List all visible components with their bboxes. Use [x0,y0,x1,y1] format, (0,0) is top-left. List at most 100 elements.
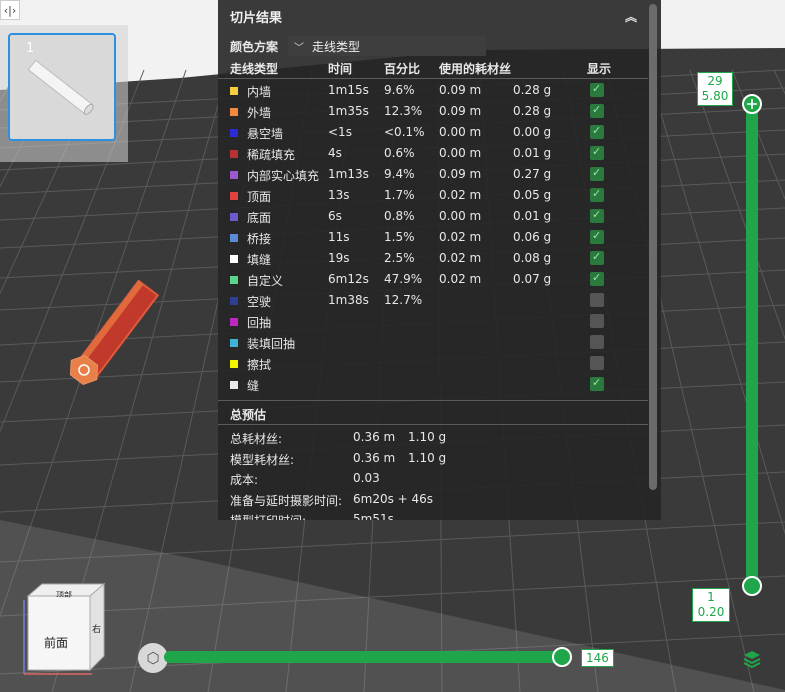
cell-pct: 9.4% [384,167,415,181]
cell-wt: 0.27 g [513,167,552,181]
table-row: 桥接 11s 1.5% 0.02 m 0.06 g [218,227,658,248]
cell-wt: 0.28 g [513,104,552,118]
plate-thumbnail[interactable]: 1 [8,33,116,141]
sidebar-toggle-button[interactable]: ‹|› [0,0,20,20]
display-checkbox[interactable] [590,271,604,286]
collapse-chevron-icon[interactable]: ︽ [625,8,637,25]
summary-v1: 6m20s + 46s [353,491,434,506]
display-checkbox[interactable] [590,187,604,202]
display-checkbox[interactable] [590,166,604,181]
display-checkbox[interactable] [590,376,604,391]
cell-time: 13s [328,188,350,202]
summary-label: 准备与延时摄影时间: [230,493,343,508]
col-feature-type: 走线类型 [230,62,279,76]
cell-time: 1m15s [328,83,369,97]
cell-name: 装填回抽 [247,337,296,351]
bottom-layer-label: 1 0.20 [692,588,730,622]
feature-rows: 内墙 1m15s 9.6% 0.09 m 0.28 g 外墙 1m35s 12.3% 0.09 … [218,80,658,395]
cell-time: 1m13s [328,167,369,181]
cell-name: 自定义 [247,274,284,288]
table-row: 空驶 1m38s 12.7% [218,290,658,311]
summary-row: 总耗材丝: 0.36 m 1.10 g [218,428,658,449]
move-slider[interactable] [164,651,564,663]
cell-name: 外墙 [247,106,272,120]
table-row: 缝 [218,374,658,395]
display-checkbox[interactable] [590,229,604,244]
cell-time: <1s [328,125,352,139]
table-row: 底面 6s 0.8% 0.00 m 0.01 g [218,206,658,227]
cell-pct: 0.8% [384,209,415,223]
summary-row: 模型打印时间: 5m51s [218,510,658,520]
display-checkbox[interactable] [590,250,604,265]
color-swatch [230,234,238,242]
cell-wt: 0.00 g [513,125,552,139]
color-swatch [230,381,238,389]
summary-v1: 0.36 m [353,430,396,444]
display-checkbox[interactable] [590,293,604,307]
display-checkbox[interactable] [590,82,604,97]
cell-len: 0.09 m [439,83,482,97]
slice-results-panel: 切片结果 ︽ 颜色方案 ﹀ 走线类型 走线类型 时间 百分比 使用的耗材丝 显示… [218,0,661,520]
bottom-layer-handle[interactable] [742,576,762,596]
view-cube-front: 前面 [44,636,69,650]
slice-results-header[interactable]: 切片结果 ︽ [218,0,661,32]
cell-name: 缝 [247,379,260,393]
top-layer-height: 5.80 [701,89,729,103]
color-swatch [230,318,238,326]
display-checkbox[interactable] [590,356,604,370]
color-swatch [230,192,238,200]
cell-pct: 12.3% [384,104,423,118]
table-row: 擦拭 [218,353,658,374]
move-slider-handle[interactable] [552,647,572,667]
display-checkbox[interactable] [590,103,604,118]
cell-time: 6m12s [328,272,369,286]
color-scheme-select[interactable]: ﹀ 走线类型 [288,36,486,56]
top-layer-handle[interactable] [742,94,762,114]
layer-range-slider[interactable] [746,100,758,590]
sidebar-toggle-icon: ‹|› [3,3,17,17]
summary-label: 模型耗材丝: [230,452,295,467]
cell-name: 内墙 [247,85,272,99]
display-checkbox[interactable] [590,124,604,139]
cell-time: 1m35s [328,104,369,118]
cell-wt: 0.08 g [513,251,552,265]
display-checkbox[interactable] [590,314,604,328]
cell-len: 0.00 m [439,209,482,223]
display-checkbox[interactable] [590,208,604,223]
cell-name: 稀疏填充 [247,148,296,162]
color-scheme-label: 颜色方案 [230,39,279,54]
cell-pct: 2.5% [384,251,415,265]
cell-len: 0.02 m [439,230,482,244]
display-checkbox[interactable] [590,335,604,349]
chevron-down-icon: ﹀ [294,42,304,54]
col-time: 时间 [328,62,353,76]
3d-viewport[interactable]: ‹|› 1 切片结果 ︽ 颜色方案 ﹀ 走线类型 走线类型 时间 百分比 使用的… [0,0,785,692]
color-swatch [230,339,238,347]
layers-toggle-button[interactable] [742,649,762,669]
top-layer-label: 29 5.80 [697,72,733,106]
color-swatch [230,276,238,284]
cell-len: 0.02 m [439,272,482,286]
table-row: 悬空墙 <1s <0.1% 0.00 m 0.00 g [218,122,658,143]
cell-name: 内部实心填充 [247,169,320,183]
divider [218,78,648,79]
bottom-layer-height: 0.20 [697,605,725,619]
table-row: 填缝 19s 2.5% 0.02 m 0.08 g [218,248,658,269]
cell-pct: 9.6% [384,83,415,97]
layers-icon [743,651,761,669]
summary-v2: 1.10 g [408,450,447,465]
table-row: 内部实心填充 1m13s 9.4% 0.09 m 0.27 g [218,164,658,185]
table-row: 稀疏填充 4s 0.6% 0.00 m 0.01 g [218,143,658,164]
view-cube[interactable]: 前面 顶部 右 [12,582,112,687]
panel-title: 切片结果 [230,10,283,26]
divider [218,400,648,401]
plus-icon [747,99,757,109]
cell-len: 0.09 m [439,167,482,181]
table-row: 顶面 13s 1.7% 0.02 m 0.05 g [218,185,658,206]
color-swatch [230,108,238,116]
display-checkbox[interactable] [590,145,604,160]
summary-v1: 0.36 m [353,450,396,465]
cell-name: 回抽 [247,316,272,330]
view-cube-right: 右 [92,625,102,635]
view-cube-top: 顶部 [56,590,72,599]
